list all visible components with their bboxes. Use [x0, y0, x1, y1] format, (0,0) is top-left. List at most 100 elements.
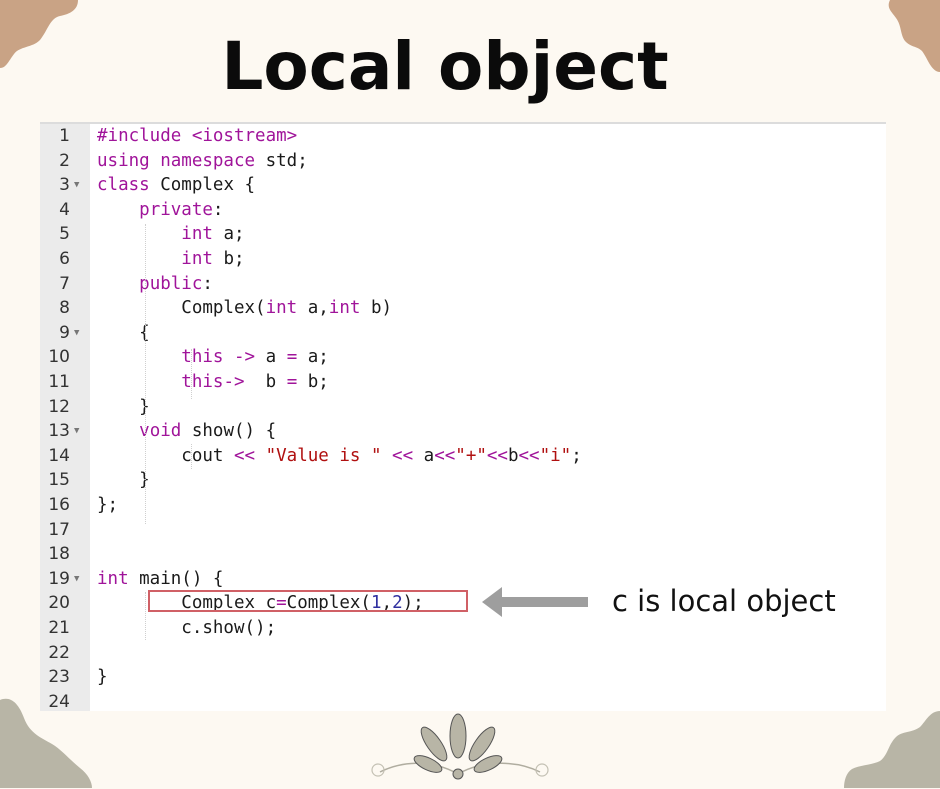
indent-guide — [191, 349, 192, 399]
line-number: 6 — [59, 249, 70, 269]
code-text: int a; — [97, 222, 245, 247]
code-token: b — [507, 445, 519, 466]
code-line: 13 ▼ void show() { — [40, 419, 886, 444]
fold-toggle-icon[interactable]: ▼ — [74, 567, 79, 592]
code-token: cout — [97, 445, 234, 466]
code-token: show() { — [181, 421, 277, 442]
code-line: 12 } — [40, 395, 886, 420]
code-token: } — [97, 470, 150, 491]
code-token: b; — [297, 372, 329, 392]
code-token: "Value is " — [265, 445, 382, 466]
line-number: 18 — [48, 544, 70, 565]
code-token: : — [202, 273, 213, 294]
code-token: -> — [234, 347, 256, 368]
code-text: }; — [97, 493, 118, 518]
line-number: 7 — [59, 273, 70, 294]
line-number: 21 — [48, 618, 70, 638]
code-line: 15 } — [40, 468, 886, 493]
code-token: } — [97, 667, 108, 688]
code-line: 3 ▼ class Complex { — [40, 173, 886, 198]
code-token: = — [286, 347, 298, 368]
fan-flourish-icon — [360, 712, 560, 789]
highlight-box — [148, 590, 468, 612]
fold-toggle-icon[interactable]: ▼ — [74, 419, 79, 444]
line-number: 8 — [59, 298, 70, 319]
code-token: int — [181, 249, 213, 269]
line-number: 2 — [59, 150, 70, 171]
line-number: 13 — [48, 421, 70, 442]
fold-toggle-icon[interactable]: ▼ — [74, 321, 79, 346]
line-number: 12 — [48, 396, 70, 417]
code-token: << — [392, 445, 414, 466]
code-token: } — [97, 396, 150, 417]
code-token: a; — [212, 224, 245, 245]
code-text: } — [97, 395, 150, 420]
code-line: 7 public: — [40, 272, 886, 297]
code-token: a; — [297, 347, 329, 368]
code-token: Complex { — [149, 175, 256, 196]
code-token: ; — [571, 445, 582, 466]
code-line: 22 — [40, 641, 886, 666]
code-text: Complex(int a,int b) — [97, 296, 392, 321]
code-token: a — [413, 445, 435, 466]
code-token: this — [181, 347, 224, 368]
line-number: 16 — [48, 495, 70, 515]
line-number: 5 — [59, 224, 70, 245]
code-line: 14 cout << "Value is " << a<<"+"<<b<<"i"… — [40, 444, 886, 469]
code-token: main() { — [128, 568, 224, 589]
annotation-label: c is local object — [612, 584, 836, 618]
code-token: : — [212, 199, 224, 220]
code-text: int b; — [97, 247, 245, 272]
code-text: c.show(); — [97, 616, 276, 641]
code-line: 11 this-> b = b; — [40, 370, 886, 395]
code-text: this-> b = b; — [97, 370, 329, 395]
code-token: private — [139, 199, 213, 220]
code-token: << — [486, 445, 508, 466]
fold-toggle-icon[interactable]: ▼ — [74, 173, 79, 198]
line-number: 11 — [48, 372, 70, 392]
line-number: 4 — [59, 199, 70, 220]
line-number: 14 — [48, 445, 70, 466]
code-line: 17 — [40, 518, 886, 543]
code-token: b; — [212, 249, 245, 269]
code-line: 24 — [40, 690, 886, 715]
code-line: 9 ▼ { — [40, 321, 886, 346]
code-text: int main() { — [97, 567, 223, 592]
code-text: void show() { — [97, 419, 276, 444]
page-title: Local object — [221, 28, 669, 105]
code-token: << — [434, 445, 456, 466]
code-text: { — [97, 321, 150, 346]
code-line: 16}; — [40, 493, 886, 518]
code-text: private: — [97, 198, 223, 223]
code-editor: 1 #include <iostream> 2 using namespace std… — [40, 122, 886, 712]
code-token: -> — [223, 372, 245, 392]
code-token: }; — [97, 495, 119, 515]
code-text: } — [97, 665, 108, 690]
code-token: this — [181, 372, 224, 392]
line-number: 3 — [59, 175, 70, 196]
code-token: b) — [360, 298, 393, 319]
code-line: 21 c.show(); — [40, 616, 886, 641]
code-token: Complex( — [97, 298, 266, 319]
code-token: std; — [255, 150, 308, 171]
indent-guide — [145, 592, 146, 640]
code-line: 23} — [40, 665, 886, 690]
code-text: using namespace std; — [97, 149, 308, 174]
code-text: public: — [97, 272, 213, 297]
code-token: "+" — [455, 445, 487, 466]
code-token: = — [286, 372, 298, 392]
line-number: 22 — [48, 642, 70, 663]
code-token: int — [265, 298, 298, 319]
code-token: #include <iostream> — [97, 126, 298, 146]
code-line: 5 int a; — [40, 222, 886, 247]
code-line: 8 Complex(int a,int b) — [40, 296, 886, 321]
line-number: 23 — [48, 667, 70, 688]
